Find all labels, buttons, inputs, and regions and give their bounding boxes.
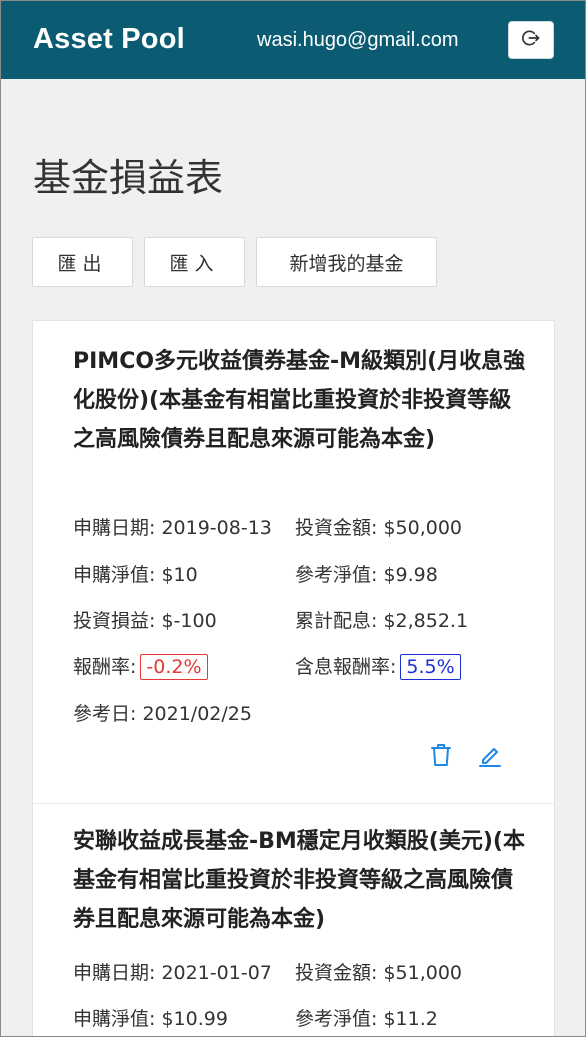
ref-nav-label: 參考淨值:	[295, 1008, 378, 1030]
total-return-label: 含息報酬率:	[295, 656, 397, 678]
brand-logo-text[interactable]: Asset Pool	[33, 23, 185, 56]
export-button[interactable]: 匯出	[32, 237, 133, 287]
purchase-nav-value: $10	[161, 564, 198, 586]
dividend-field: 累計配息: $2,852.1	[295, 606, 468, 633]
trash-icon	[430, 743, 452, 771]
purchase-nav-field: 申購淨值: $10	[73, 560, 198, 587]
delete-button[interactable]	[428, 744, 454, 770]
app-header: Asset Pool wasi.hugo@gmail.com	[1, 1, 585, 79]
import-button[interactable]: 匯入	[144, 237, 245, 287]
total-return-field: 含息報酬率: 5.5%	[295, 652, 461, 680]
purchase-nav-field: 申購淨值: $10.99	[73, 1004, 228, 1031]
user-email: wasi.hugo@gmail.com	[257, 29, 459, 51]
logout-icon	[521, 28, 541, 52]
purchase-nav-value: $10.99	[161, 1008, 228, 1030]
ref-nav-value: $11.2	[383, 1008, 438, 1030]
amount-value: $51,000	[383, 962, 463, 984]
pnl-label: 投資損益:	[73, 610, 156, 632]
ref-nav-field: 參考淨值: $11.2	[295, 1004, 438, 1031]
return-badge: -0.2%	[140, 654, 208, 680]
page-title: 基金損益表	[33, 156, 224, 200]
logout-button[interactable]	[508, 21, 554, 59]
ref-date-value: 2021/02/25	[142, 703, 252, 725]
add-fund-button[interactable]: 新增我的基金	[256, 237, 437, 287]
ref-date-field: 參考日: 2021/02/25	[73, 699, 252, 726]
ref-nav-value: $9.98	[383, 564, 438, 586]
purchase-date-field: 申購日期: 2021-01-07	[73, 958, 272, 985]
pencil-icon	[477, 742, 503, 772]
dividend-value: $2,852.1	[383, 610, 469, 632]
purchase-date-value: 2019-08-13	[161, 517, 272, 539]
purchase-date-label: 申購日期:	[73, 517, 156, 539]
purchase-date-label: 申購日期:	[73, 962, 156, 984]
return-field: 報酬率: -0.2%	[73, 652, 208, 680]
ref-date-label: 參考日:	[73, 703, 137, 725]
dividend-label: 累計配息:	[295, 610, 378, 632]
app-frame: Asset Pool wasi.hugo@gmail.com 基金損益表 匯出 …	[0, 0, 586, 1037]
amount-label: 投資金額:	[295, 517, 378, 539]
total-return-badge: 5.5%	[400, 654, 461, 680]
purchase-nav-label: 申購淨值:	[73, 1008, 156, 1030]
pnl-field: 投資損益: $-100	[73, 606, 217, 633]
purchase-nav-label: 申購淨值:	[73, 564, 156, 586]
ref-nav-field: 參考淨值: $9.98	[295, 560, 438, 587]
fund-divider	[33, 803, 556, 804]
amount-field: 投資金額: $50,000	[295, 513, 462, 540]
amount-label: 投資金額:	[295, 962, 378, 984]
amount-field: 投資金額: $51,000	[295, 958, 462, 985]
return-label: 報酬率:	[73, 656, 137, 678]
purchase-date-field: 申購日期: 2019-08-13	[73, 513, 272, 540]
fund-title: 安聯收益成長基金-BM穩定月收類股(美元)(本基金有相當比重投資於非投資等級之高…	[73, 829, 525, 932]
amount-value: $50,000	[383, 517, 463, 539]
edit-button[interactable]	[477, 744, 503, 770]
purchase-date-value: 2021-01-07	[161, 962, 272, 984]
fund-list-card: PIMCO多元收益債券基金-M級類別(月收息強化股份)(本基金有相當比重投資於非…	[32, 320, 556, 1036]
pnl-value: $-100	[161, 610, 217, 632]
ref-nav-label: 參考淨值:	[295, 564, 378, 586]
fund-title: PIMCO多元收益債券基金-M級類別(月收息強化股份)(本基金有相當比重投資於非…	[73, 349, 526, 452]
